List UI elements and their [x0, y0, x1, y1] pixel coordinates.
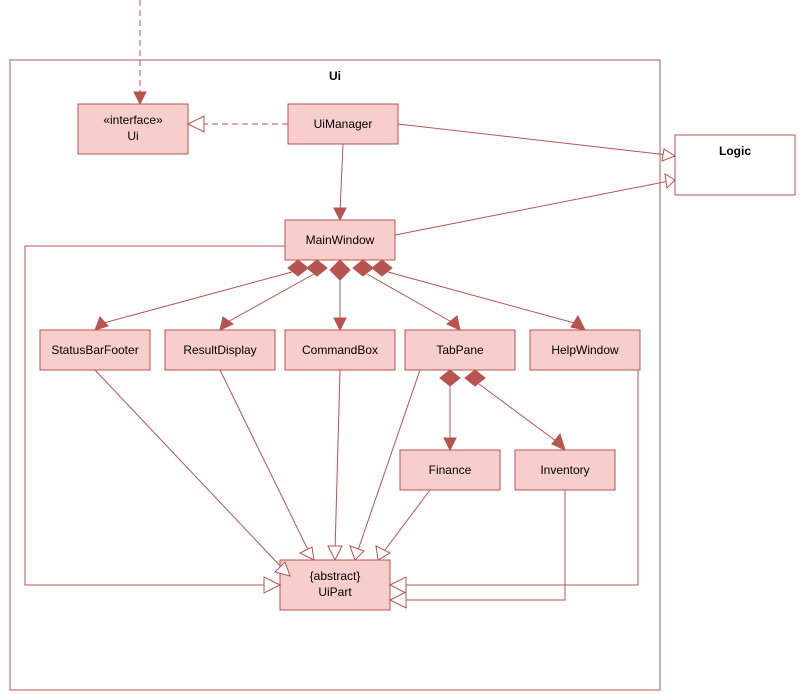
- label-helpwindow: HelpWindow: [551, 343, 619, 357]
- label-tabpane: TabPane: [436, 343, 484, 357]
- edge-tabpane-comp-finance: [440, 370, 460, 450]
- label-ui-stereo: «interface»: [103, 113, 163, 127]
- uml-diagram: Ui Logic «interface» Ui UiManager MainWi…: [0, 0, 801, 694]
- label-inventory: Inventory: [540, 463, 589, 477]
- edge-mw-comp-commandbox: [330, 260, 350, 330]
- label-uipart-name: UiPart: [318, 585, 352, 599]
- edge-resultdisplay-gen-uipart: [220, 370, 314, 560]
- edge-uimanager-realizes-ui: [188, 116, 288, 132]
- label-mainwindow: MainWindow: [306, 233, 375, 247]
- label-uimanager: UiManager: [314, 117, 373, 131]
- edge-uimanager-to-logic: [398, 124, 675, 161]
- label-logic: Logic: [719, 144, 751, 158]
- package-title: Ui: [329, 69, 341, 83]
- edge-tabpane-comp-inventory: [465, 370, 565, 450]
- label-ui-name: Ui: [127, 129, 138, 143]
- edge-commandbox-gen-uipart: [328, 370, 342, 560]
- edge-external-to-ui: [134, 0, 146, 104]
- edge-mw-comp-resultdisplay: [220, 260, 327, 330]
- edge-uimanager-to-mainwindow: [334, 144, 346, 220]
- label-uipart-stereo: {abstract}: [310, 569, 361, 583]
- edge-finance-gen-uipart: [376, 490, 430, 560]
- edge-statusbar-gen-uipart: [95, 370, 290, 576]
- label-finance: Finance: [429, 463, 472, 477]
- label-resultdisplay: ResultDisplay: [183, 343, 256, 357]
- label-statusbarfooter: StatusBarFooter: [51, 343, 138, 357]
- label-commandbox: CommandBox: [302, 343, 378, 357]
- edge-mainwindow-to-logic: [395, 174, 675, 235]
- edge-mainwindow-gen-uipart: [25, 246, 285, 593]
- edge-mw-comp-tabpane: [353, 260, 460, 330]
